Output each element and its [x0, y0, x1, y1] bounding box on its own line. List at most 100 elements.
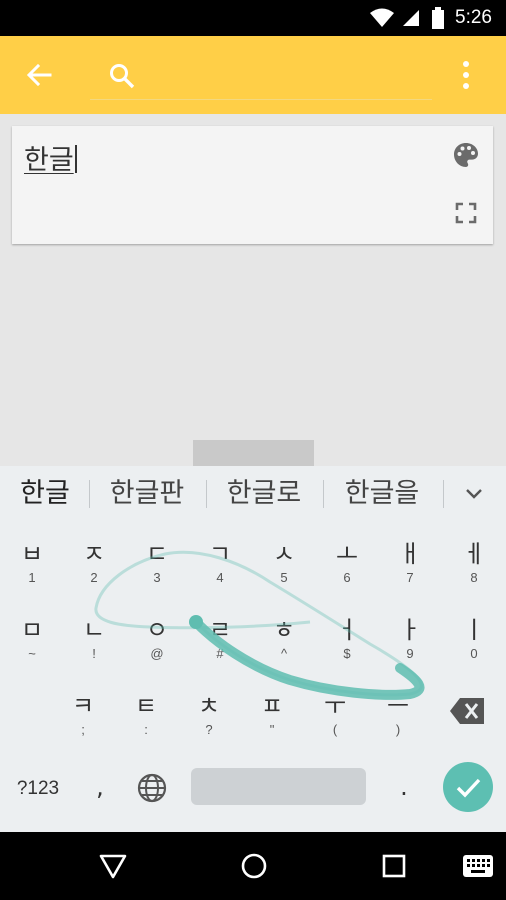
- key-hint: 6: [343, 570, 351, 585]
- composing-text-value: 한글: [24, 145, 74, 176]
- wifi-icon: [370, 8, 395, 27]
- key-label: ㅋ: [71, 692, 95, 720]
- key-hint: 1: [28, 570, 36, 585]
- key-label: ㅗ: [335, 540, 359, 568]
- key-ㅌ[interactable]: ㅌ:: [126, 692, 166, 738]
- key-ㅜ[interactable]: ㅜ(: [315, 692, 355, 738]
- key-label: ㅡ: [386, 692, 410, 720]
- key-hint: $: [343, 646, 351, 661]
- key-hint: 3: [153, 570, 161, 585]
- globe-icon[interactable]: [136, 772, 168, 804]
- key-ㄹ[interactable]: ㄹ #: [200, 616, 240, 662]
- key-ㅐ[interactable]: ㅐ7: [390, 540, 430, 586]
- check-icon: [456, 778, 481, 798]
- key-label: ㅐ: [398, 540, 422, 568]
- app-bar: [0, 36, 506, 114]
- key-ㅡ[interactable]: ㅡ): [378, 692, 418, 738]
- key-ㄴ[interactable]: ㄴ!: [74, 616, 114, 662]
- suggestion-3[interactable]: 한글로: [209, 466, 319, 522]
- key-hint: ^: [280, 646, 288, 661]
- key-ㅁ[interactable]: ㅁ ~: [12, 616, 52, 662]
- key-label: ㅔ: [462, 540, 486, 568]
- key-ㅣ[interactable]: ㅣ0: [454, 616, 494, 662]
- key-ㄷ[interactable]: ㄷ3: [137, 540, 177, 586]
- search-input[interactable]: [90, 54, 432, 100]
- key-hint: ": [269, 722, 275, 737]
- search-icon: [110, 64, 135, 89]
- key-hint: ~: [28, 646, 36, 661]
- key-label: ㅍ: [260, 692, 284, 720]
- key-hint: #: [216, 646, 224, 661]
- key-hint: ?: [205, 722, 213, 737]
- suggestion-divider: [323, 480, 324, 508]
- key-label: ㅂ: [20, 540, 44, 568]
- composing-text[interactable]: 한글: [24, 138, 77, 177]
- key-ㅈ[interactable]: ㅈ2: [74, 540, 114, 586]
- more-vert-icon[interactable]: [452, 58, 480, 92]
- chevron-down-icon[interactable]: [460, 482, 488, 506]
- nav-home-icon[interactable]: [240, 852, 268, 880]
- cell-signal-icon: [403, 10, 420, 26]
- suggestion-1[interactable]: 한글: [4, 466, 86, 522]
- key-hint: (: [332, 722, 338, 737]
- suggestion-4[interactable]: 한글을: [326, 466, 438, 522]
- comma-key[interactable]: ,: [88, 770, 112, 804]
- key-ㅗ[interactable]: ㅗ6: [327, 540, 367, 586]
- key-label: ㅣ: [462, 616, 486, 644]
- fullscreen-icon[interactable]: [454, 201, 478, 225]
- keyboard: ㅂ1 ㅈ2 ㄷ3 ㄱ4 ㅅ5 ㅗ6 ㅐ7 ㅔ8 ㅁ ~ ㄴ! ㅇ @ ㄹ # ㅎ ^ ㅓ…: [0, 522, 506, 832]
- space-key[interactable]: [191, 768, 366, 805]
- key-ㅋ[interactable]: ㅋ;: [63, 692, 103, 738]
- key-hint: ): [395, 722, 401, 737]
- nav-recents-icon[interactable]: [382, 854, 406, 878]
- key-label: ㅏ: [398, 616, 422, 644]
- backspace-icon[interactable]: [448, 694, 488, 728]
- key-label: ㅇ: [145, 616, 169, 644]
- key-hint: :: [144, 722, 148, 737]
- key-hint: 7: [406, 570, 414, 585]
- suggestion-divider: [443, 480, 444, 508]
- key-ㄱ[interactable]: ㄱ4: [200, 540, 240, 586]
- symbols-key[interactable]: ?123: [10, 774, 66, 804]
- status-icons: 5:26: [369, 0, 506, 36]
- key-hint: 5: [280, 570, 288, 585]
- key-label: ㄱ: [208, 540, 232, 568]
- key-ㅏ[interactable]: ㅏ9: [390, 616, 430, 662]
- key-hint: 9: [406, 646, 414, 661]
- arrow-back-icon[interactable]: [20, 56, 58, 94]
- palette-icon[interactable]: [452, 141, 480, 169]
- key-ㅎ[interactable]: ㅎ ^: [264, 616, 304, 662]
- suggestion-strip: 한글 한글판 한글로 한글을: [0, 466, 506, 522]
- key-ㅊ[interactable]: ㅊ?: [189, 692, 229, 738]
- key-ㅅ[interactable]: ㅅ5: [264, 540, 304, 586]
- status-bar: 5:26: [0, 0, 506, 36]
- period-key[interactable]: .: [392, 770, 416, 804]
- navigation-bar: [0, 832, 506, 900]
- key-label: ㅅ: [272, 540, 296, 568]
- key-ㅔ[interactable]: ㅔ8: [454, 540, 494, 586]
- keyboard-switch-icon[interactable]: [462, 854, 494, 878]
- key-hint: @: [150, 646, 164, 661]
- status-time: 5:26: [455, 7, 492, 28]
- key-label: ㅜ: [323, 692, 347, 720]
- enter-key[interactable]: [443, 762, 493, 812]
- key-hint: 4: [216, 570, 224, 585]
- text-editor-card[interactable]: 한글: [12, 126, 493, 244]
- key-label: ㅓ: [335, 616, 359, 644]
- key-ㅇ[interactable]: ㅇ @: [137, 616, 177, 662]
- key-ㅍ[interactable]: ㅍ ": [252, 692, 292, 738]
- text-cursor: [74, 145, 77, 173]
- suggestion-divider: [89, 480, 90, 508]
- suggestion-2[interactable]: 한글판: [92, 466, 202, 522]
- keyboard-drag-handle[interactable]: [193, 440, 314, 466]
- key-hint: 8: [470, 570, 478, 585]
- key-hint: 0: [470, 646, 478, 661]
- key-hint: 2: [90, 570, 98, 585]
- nav-back-icon[interactable]: [98, 852, 128, 880]
- key-label: ㅈ: [82, 540, 106, 568]
- key-label: ㅊ: [197, 692, 221, 720]
- key-ㅂ[interactable]: ㅂ1: [12, 540, 52, 586]
- key-label: ㄹ: [208, 616, 232, 644]
- key-ㅓ[interactable]: ㅓ $: [327, 616, 367, 662]
- key-hint: !: [92, 646, 96, 661]
